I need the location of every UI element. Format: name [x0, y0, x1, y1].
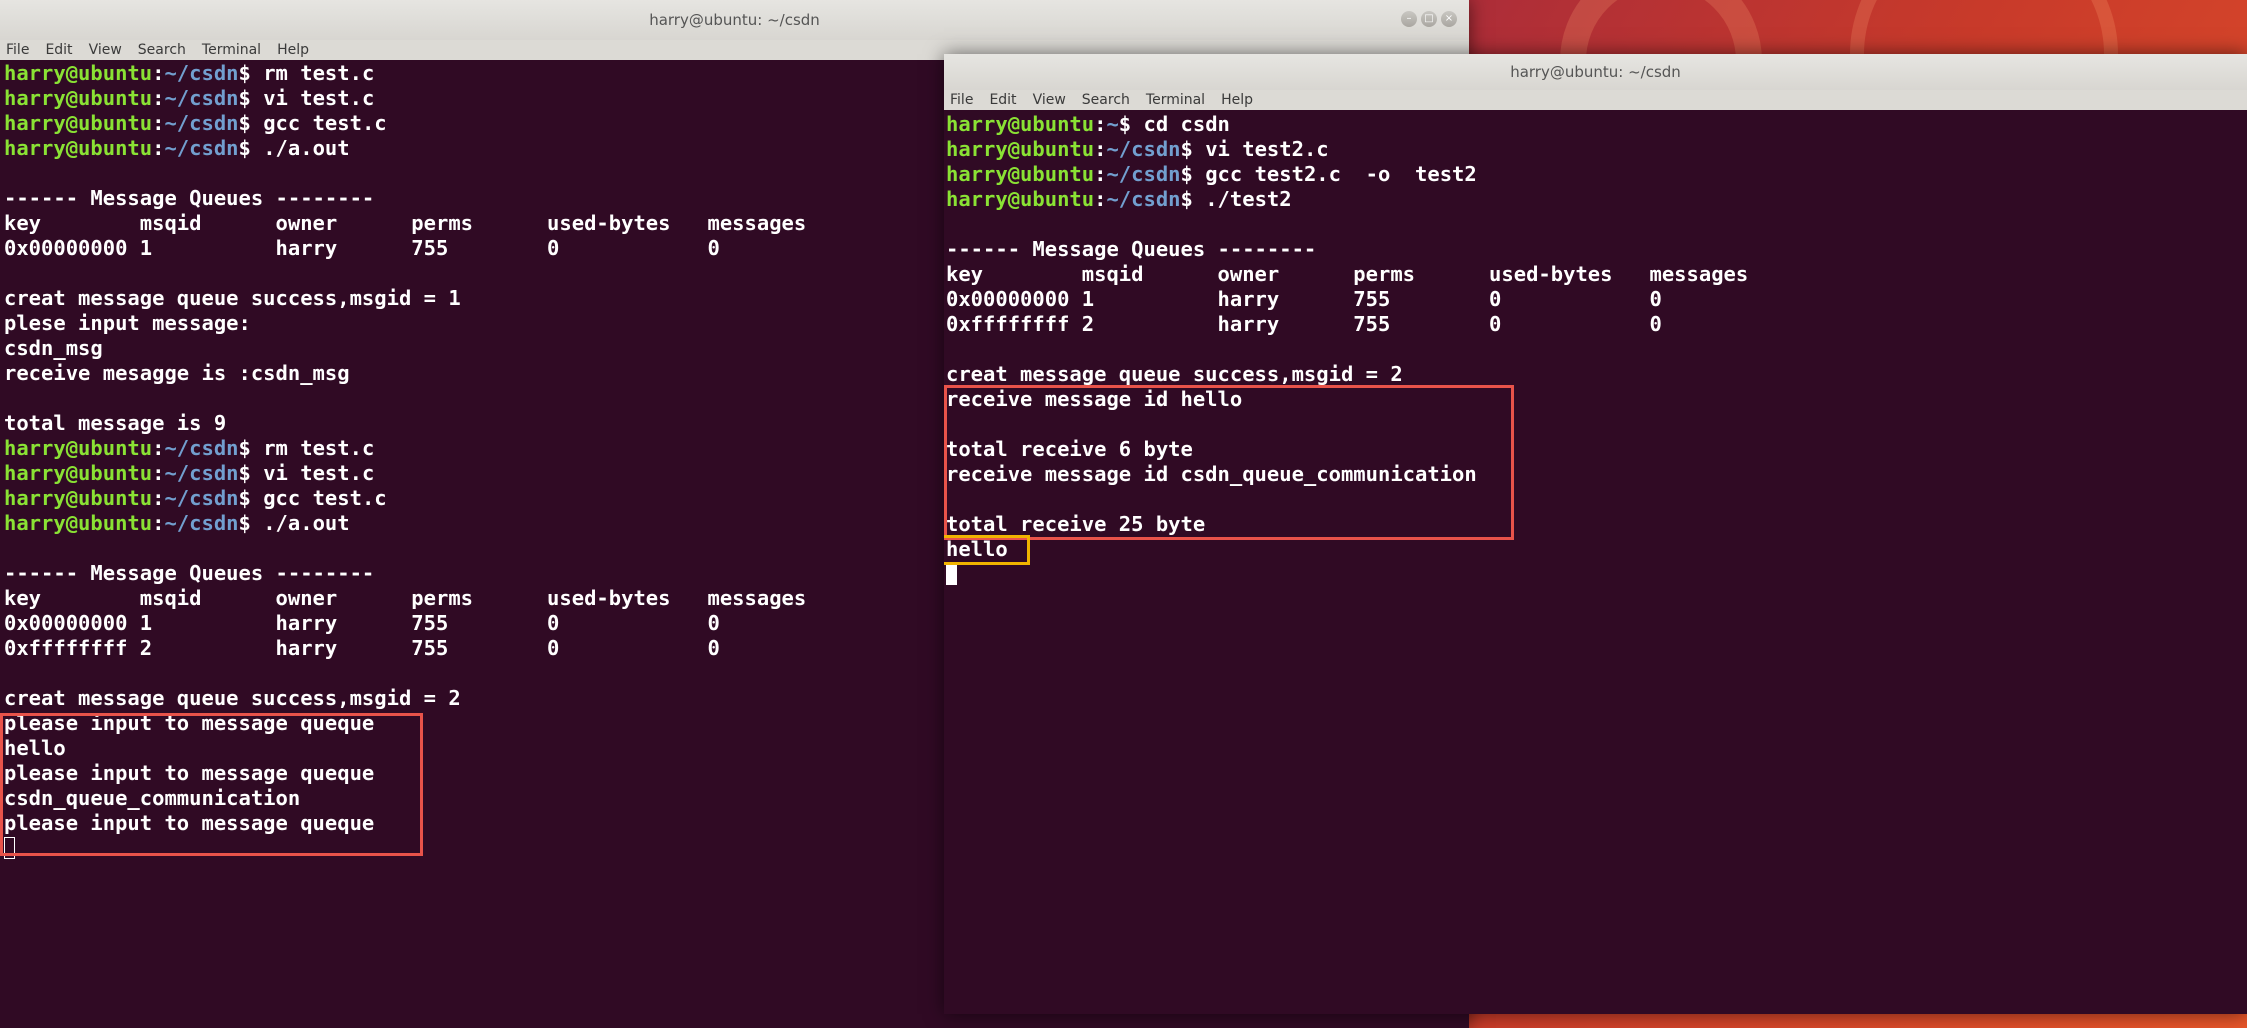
prompt-path: ~/csdn: [164, 436, 239, 460]
left-window-title: harry@ubuntu: ~/csdn: [649, 11, 820, 29]
prompt-user: harry@ubuntu: [4, 136, 153, 160]
prompt-user: harry@ubuntu: [946, 137, 1095, 161]
output-line: hello: [946, 537, 1008, 561]
left-window-controls: – □ ×: [1401, 11, 1457, 27]
prompt-user: harry@ubuntu: [946, 112, 1095, 136]
prompt-user: harry@ubuntu: [4, 86, 153, 110]
output-line: creat message queue success,msgid = 2: [946, 362, 1403, 386]
left-window-titlebar[interactable]: harry@ubuntu: ~/csdn – □ ×: [0, 0, 1469, 40]
prompt-path: ~/csdn: [164, 86, 239, 110]
command-text: vi test2.c: [1192, 137, 1329, 161]
prompt-path: ~/csdn: [1106, 187, 1181, 211]
right-window-title: harry@ubuntu: ~/csdn: [1510, 63, 1681, 81]
right-menubar: File Edit View Search Terminal Help: [944, 90, 2247, 110]
prompt-user: harry@ubuntu: [4, 111, 153, 135]
menu-help[interactable]: Help: [277, 42, 309, 58]
prompt-user: harry@ubuntu: [4, 436, 153, 460]
menu-edit[interactable]: Edit: [45, 42, 72, 58]
menu-terminal[interactable]: Terminal: [1146, 92, 1205, 108]
minimize-icon[interactable]: –: [1401, 11, 1417, 27]
prompt-path: ~/csdn: [1106, 137, 1181, 161]
command-text: ./a.out: [250, 136, 350, 160]
command-text: vi test.c: [250, 86, 375, 110]
prompt-user: harry@ubuntu: [946, 187, 1095, 211]
close-icon[interactable]: ×: [1441, 11, 1457, 27]
menu-search[interactable]: Search: [138, 42, 186, 58]
menu-file[interactable]: File: [950, 92, 973, 108]
prompt-path: ~/csdn: [164, 61, 239, 85]
prompt-line: harry@ubuntu:~/csdn$ gcc test2.c -o test…: [946, 162, 1477, 186]
menu-view[interactable]: View: [1033, 92, 1066, 108]
command-text: gcc test2.c -o test2: [1192, 162, 1477, 186]
command-text: gcc test.c: [250, 486, 387, 510]
output-line: 0xffffffff 2 harry 755 0 0: [946, 312, 1662, 336]
command-text: ./a.out: [250, 511, 350, 535]
prompt-path: ~/csdn: [164, 511, 239, 535]
prompt-user: harry@ubuntu: [946, 162, 1095, 186]
prompt-path: ~/csdn: [164, 111, 239, 135]
output-line: 0x00000000 1 harry 755 0 0: [946, 287, 1662, 311]
menu-view[interactable]: View: [89, 42, 122, 58]
output-line: receive message id hello: [946, 387, 1243, 411]
command-text: vi test.c: [250, 461, 375, 485]
menu-search[interactable]: Search: [1082, 92, 1130, 108]
menu-file[interactable]: File: [6, 42, 29, 58]
prompt-line: harry@ubuntu:~/csdn$ vi test2.c: [946, 137, 1329, 161]
prompt-line: harry@ubuntu:~/csdn$ ./test2: [946, 187, 1292, 211]
prompt-user: harry@ubuntu: [4, 461, 153, 485]
prompt-path: ~: [1106, 112, 1119, 136]
output-line: receive message id csdn_queue_communicat…: [946, 462, 1477, 486]
command-text: gcc test.c: [250, 111, 387, 135]
output-line: total receive 25 byte: [946, 512, 1206, 536]
command-text: rm test.c: [250, 436, 375, 460]
right-window-titlebar[interactable]: harry@ubuntu: ~/csdn: [944, 54, 2247, 90]
terminal-cursor: [4, 837, 15, 859]
command-text: ./test2: [1192, 187, 1292, 211]
command-text: rm test.c: [250, 61, 375, 85]
prompt-path: ~/csdn: [164, 136, 239, 160]
prompt-line: harry@ubuntu:~$ cd csdn: [946, 112, 1230, 136]
menu-help[interactable]: Help: [1221, 92, 1253, 108]
prompt-path: ~/csdn: [164, 461, 239, 485]
menu-terminal[interactable]: Terminal: [202, 42, 261, 58]
right-terminal-window[interactable]: harry@ubuntu: ~/csdn File Edit View Sear…: [944, 54, 2247, 1014]
prompt-user: harry@ubuntu: [4, 511, 153, 535]
prompt-user: harry@ubuntu: [4, 486, 153, 510]
output-line: ------ Message Queues --------: [946, 237, 1317, 261]
prompt-path: ~/csdn: [164, 486, 239, 510]
right-terminal-output[interactable]: harry@ubuntu:~$ cd csdn harry@ubuntu:~/cs…: [944, 110, 2247, 587]
prompt-user: harry@ubuntu: [4, 61, 153, 85]
terminal-cursor: [946, 563, 957, 585]
prompt-path: ~/csdn: [1106, 162, 1181, 186]
cursor-line: [946, 562, 2247, 587]
maximize-icon[interactable]: □: [1421, 11, 1437, 27]
output-line: total receive 6 byte: [946, 437, 1193, 461]
output-line: key msqid owner perms used-bytes message…: [946, 262, 1749, 286]
command-text: cd csdn: [1131, 112, 1230, 136]
menu-edit[interactable]: Edit: [989, 92, 1016, 108]
